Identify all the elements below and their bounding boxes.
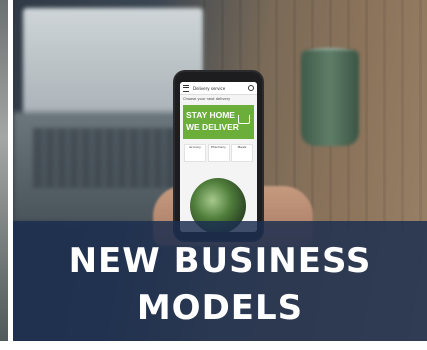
bottom-border: [0, 341, 427, 350]
cart-icon: [238, 115, 250, 124]
headline-line-2: MODELS: [136, 288, 304, 328]
green-cup: [301, 50, 359, 146]
promo-line-2: WE DELIVER: [186, 122, 239, 132]
app-bar: Delivery service: [180, 82, 257, 95]
laptop-keyboard: [33, 128, 183, 188]
search-icon: [248, 85, 254, 91]
left-image-strip: [0, 0, 8, 346]
promo-line-1: STAY HOME: [186, 110, 235, 120]
category-tile: Meals: [231, 144, 253, 162]
menu-icon: [183, 84, 189, 92]
category-tile: Grocery: [184, 144, 206, 162]
smartphone: Delivery service Choose your next delive…: [175, 72, 262, 240]
app-subtitle: Choose your next delivery: [183, 97, 231, 101]
headline-line-1: NEW BUSINESS: [68, 241, 372, 281]
category-tile: Pharmacy: [207, 144, 230, 162]
category-row: Grocery Pharmacy Meals: [180, 141, 257, 165]
app-title: Delivery service: [193, 85, 226, 91]
headline-overlay: NEW BUSINESS MODELS: [13, 221, 427, 341]
phone-screen: Delivery service Choose your next delive…: [180, 82, 257, 232]
promo-banner: STAY HOME WE DELIVER: [183, 105, 254, 139]
